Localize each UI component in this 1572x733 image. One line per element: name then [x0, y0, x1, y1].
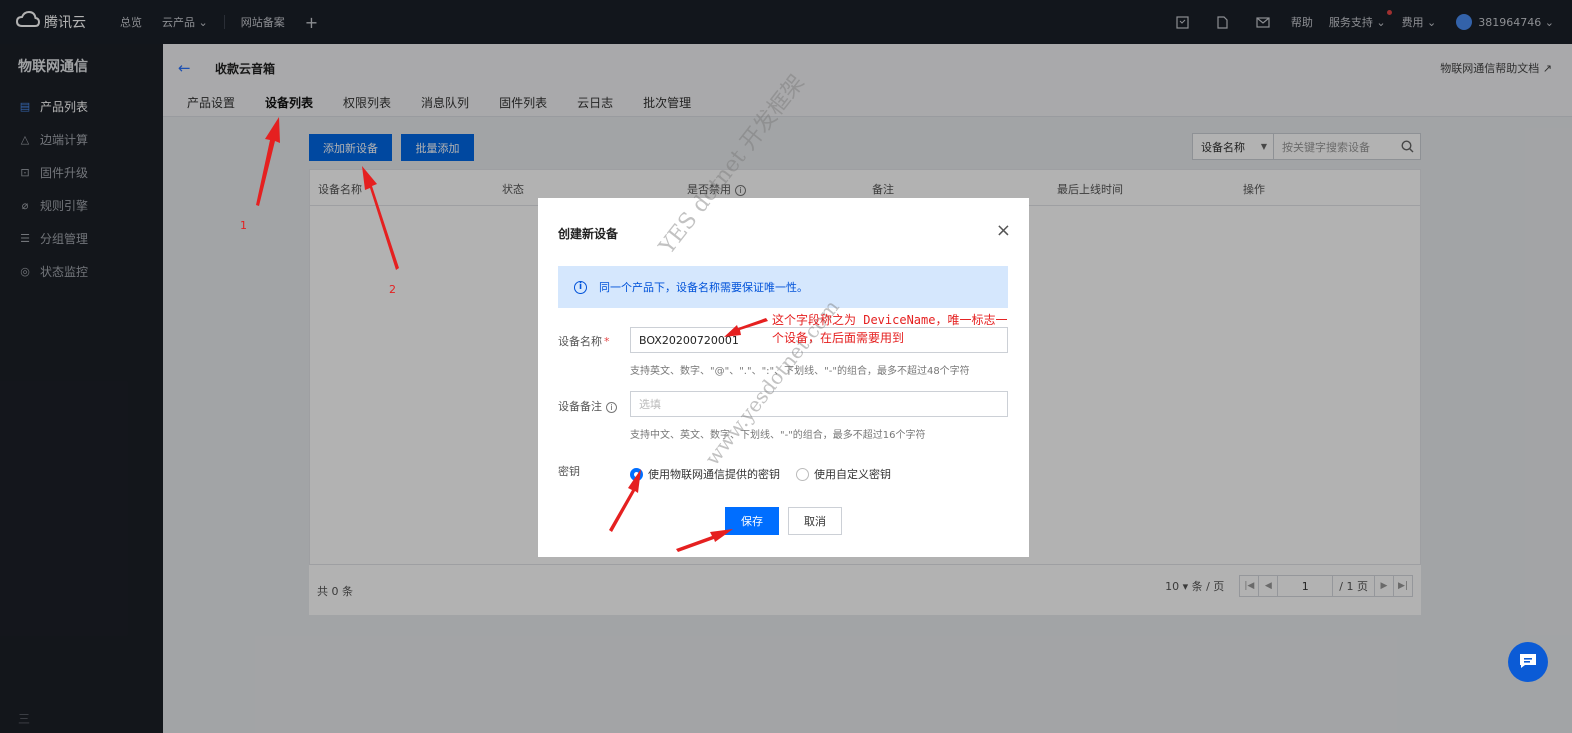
radio-custom-key[interactable]: [796, 467, 809, 481]
key-radio-group: 使用物联网通信提供的密钥 使用自定义密钥: [630, 466, 907, 482]
info-text: 同一个产品下，设备名称需要保证唯一性。: [599, 281, 808, 294]
chat-support-button[interactable]: [1508, 642, 1548, 682]
device-name-label-text: 设备名称: [558, 335, 602, 348]
create-device-dialog: 创建新设备 × i 同一个产品下，设备名称需要保证唯一性。 设备名称 * BOX2…: [538, 198, 1029, 557]
radio-platform-key-label[interactable]: 使用物联网通信提供的密钥: [648, 466, 780, 482]
dialog-title: 创建新设备: [558, 227, 619, 241]
close-icon[interactable]: ×: [996, 222, 1011, 240]
info-alert: i 同一个产品下，设备名称需要保证唯一性。: [558, 266, 1008, 308]
remark-input[interactable]: 选填: [630, 391, 1008, 417]
key-label: 密钥: [558, 465, 580, 478]
radio-platform-key[interactable]: [630, 467, 643, 481]
device-name-input[interactable]: BOX20200720001: [630, 327, 1008, 353]
device-name-label: 设备名称 *: [558, 333, 610, 349]
remark-label-text: 设备备注: [558, 400, 602, 413]
remark-label: 设备备注 i: [558, 398, 617, 414]
chat-icon: [1519, 653, 1537, 672]
info-icon[interactable]: i: [606, 401, 617, 413]
cancel-button[interactable]: 取消: [788, 507, 842, 535]
save-button[interactable]: 保存: [725, 507, 779, 535]
remark-hint: 支持中文、英文、数字、下划线、"-"的组合，最多不超过16个字符: [630, 430, 926, 441]
device-name-hint: 支持英文、数字、"@"、"."、":"、下划线、"-"的组合，最多不超过48个字…: [630, 366, 970, 377]
required-mark: *: [604, 335, 610, 348]
info-icon: i: [574, 280, 587, 294]
radio-custom-key-label[interactable]: 使用自定义密钥: [814, 466, 891, 482]
